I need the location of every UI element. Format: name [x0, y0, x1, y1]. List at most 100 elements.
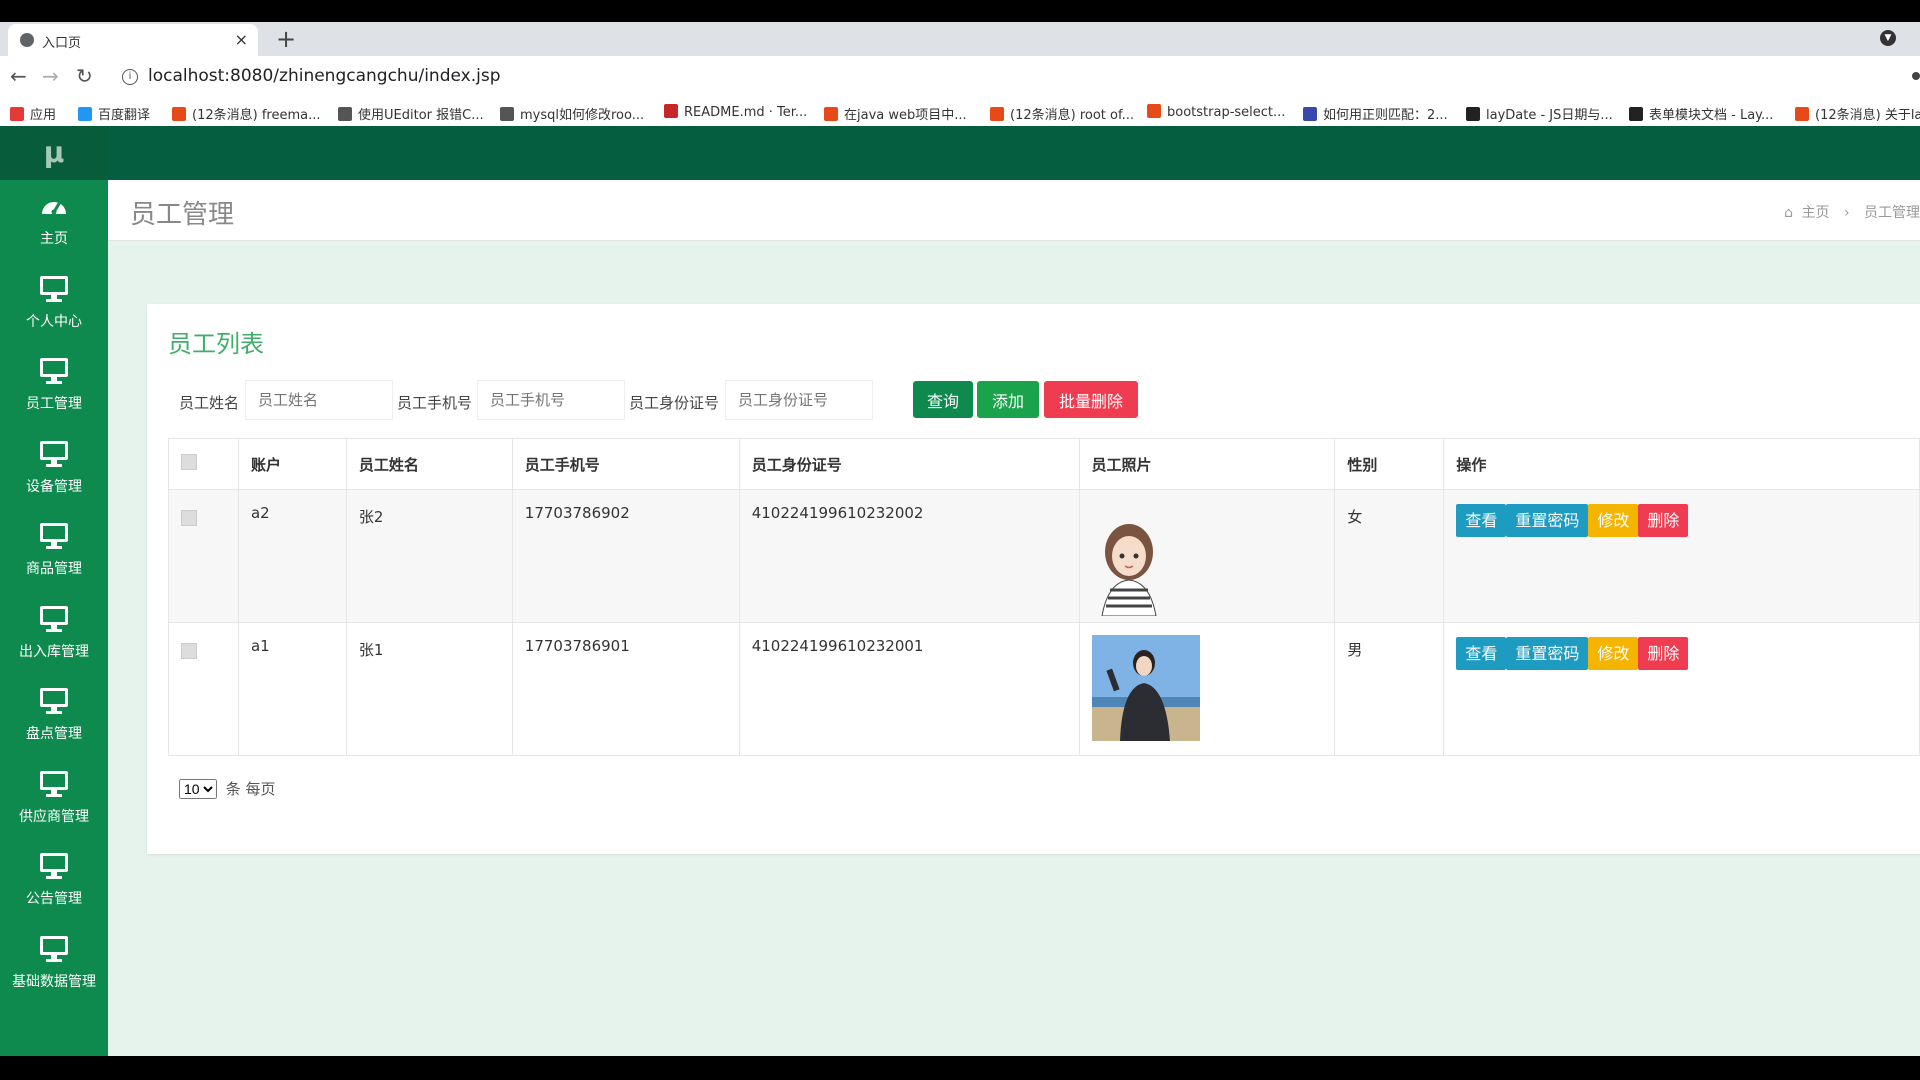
info-icon[interactable]: i: [122, 69, 138, 85]
ops-cell: 查看 重置密码 修改 删除: [1443, 489, 1920, 623]
bookmark-item[interactable]: 使用UEditor 报错C...: [338, 104, 484, 123]
name-cell: 张1: [345, 622, 513, 756]
new-tab-icon[interactable]: +: [276, 25, 296, 53]
bookmark-item[interactable]: 在java web项目中...: [824, 104, 967, 123]
name-search-input[interactable]: [245, 380, 393, 420]
bookmark-label: 表单模块文档 - Lay...: [1649, 108, 1774, 123]
sidebar-item-label: 商品管理: [26, 561, 82, 577]
header-ops: 操作: [1443, 438, 1920, 490]
bookmark-item[interactable]: 表单模块文档 - Lay...: [1629, 104, 1773, 123]
select-all-checkbox[interactable]: [181, 454, 197, 470]
back-icon[interactable]: ←: [10, 64, 27, 88]
app-area: μ 主页 个人中心 员工管理 设备管理 商品管理 出入库管理 盘点管理 供应商管理 公告管理 基础…: [0, 126, 1920, 1056]
sidebar-item[interactable]: 员工管理: [0, 345, 108, 428]
header-gender: 性别: [1334, 438, 1445, 490]
sidebar-item[interactable]: 商品管理: [0, 510, 108, 593]
row-checkbox[interactable]: [181, 510, 197, 526]
gender-cell: 男: [1334, 622, 1445, 756]
view-button[interactable]: 查看: [1456, 504, 1507, 537]
header-phone: 员工手机号: [511, 438, 740, 490]
browser-tab[interactable]: 入口页 ×: [8, 24, 258, 56]
header-name: 员工姓名: [345, 438, 513, 490]
bookmark-label: 在java web项目中...: [844, 108, 967, 123]
phone-cell: 17703786902: [511, 489, 740, 623]
bookmark-item[interactable]: (12条消息) freema...: [172, 104, 320, 123]
close-icon[interactable]: ×: [235, 30, 248, 49]
sidebar-item[interactable]: 公告管理: [0, 840, 108, 923]
bookmark-item[interactable]: layDate - JS日期与...: [1466, 104, 1613, 123]
phone-search-input[interactable]: [477, 380, 625, 420]
address-bar[interactable]: localhost:8080/zhinengcangchu/index.jsp: [148, 66, 500, 86]
idcard-search-input[interactable]: [725, 380, 873, 420]
sidebar-item[interactable]: 出入库管理: [0, 593, 108, 676]
forward-icon[interactable]: →: [42, 64, 59, 88]
header-account: 账户: [237, 438, 347, 490]
sidebar-item[interactable]: 供应商管理: [0, 758, 108, 841]
monitor-icon: [0, 923, 108, 967]
bookmark-favicon-icon: [1466, 107, 1480, 121]
sidebar-item-label: 出入库管理: [19, 643, 89, 660]
sidebar-item[interactable]: 个人中心: [0, 263, 108, 346]
bookmark-favicon-icon: [172, 107, 186, 121]
name-cell: 张2: [345, 489, 513, 623]
sidebar-item[interactable]: 设备管理: [0, 428, 108, 511]
bookmark-label: (12条消息) freema...: [192, 108, 321, 123]
sidebar-item[interactable]: 盘点管理: [0, 675, 108, 758]
bookmark-item[interactable]: bootstrap-select...: [1147, 104, 1285, 120]
header-idcard: 员工身份证号: [738, 438, 1080, 490]
batch-delete-button[interactable]: 批量删除: [1044, 381, 1138, 418]
row-checkbox[interactable]: [181, 643, 197, 659]
idcard-cell: 410224199610232001: [738, 622, 1080, 756]
logo: μ: [0, 126, 108, 180]
tab-title: 入口页: [42, 36, 82, 51]
bookmark-item[interactable]: 如何用正则匹配：2...: [1303, 104, 1448, 123]
home-icon: ⌂: [1784, 205, 1794, 221]
breadcrumb-home[interactable]: 主页: [1801, 205, 1829, 221]
edit-button[interactable]: 修改: [1588, 504, 1639, 537]
row-select-cell: [168, 489, 239, 623]
sidebar: μ 主页 个人中心 员工管理 设备管理商品管理出入库管理盘点管理 供应商管理 公告管理 基础…: [0, 126, 108, 1056]
dashboard-icon: [0, 180, 108, 224]
page-size-suffix: 条 每页: [225, 780, 276, 798]
bookmark-label: README.md · Ter...: [684, 105, 808, 120]
card-title: 员工列表: [168, 330, 264, 358]
bookmark-item[interactable]: 应用: [10, 104, 56, 123]
bookmark-label: 百度翻译: [98, 108, 151, 123]
phone-cell: 17703786901: [511, 622, 740, 756]
bookmark-item[interactable]: (12条消息) root of...: [990, 104, 1134, 123]
pager: 10 条 每页: [179, 778, 276, 799]
chevron-right-icon: ›: [1843, 205, 1850, 221]
bookmark-item[interactable]: (12条消息) 关于la: [1795, 104, 1920, 123]
edit-button[interactable]: 修改: [1588, 637, 1639, 670]
name-label: 员工姓名: [179, 394, 240, 412]
tab-search-icon[interactable]: ▼: [1880, 30, 1896, 46]
extension-icon[interactable]: [1912, 72, 1920, 80]
bookmark-item[interactable]: README.md · Ter...: [664, 104, 807, 120]
add-button[interactable]: 添加: [977, 381, 1039, 418]
reload-icon[interactable]: ↻: [76, 64, 93, 88]
reset-password-button[interactable]: 重置密码: [1506, 637, 1589, 670]
breadcrumb-current: 员工管理: [1864, 205, 1920, 221]
monitor-icon: [0, 840, 108, 884]
ops-cell: 查看 重置密码 修改 删除: [1443, 622, 1920, 756]
idcard-label: 员工身份证号: [629, 394, 720, 412]
bookmark-label: 使用UEditor 报错C...: [358, 108, 484, 123]
page-title: 员工管理: [130, 200, 235, 230]
monitor-icon: [0, 675, 108, 719]
delete-button[interactable]: 删除: [1638, 637, 1689, 670]
page-size-select[interactable]: 10: [179, 779, 217, 799]
sidebar-item[interactable]: 主页: [0, 180, 108, 263]
reset-password-button[interactable]: 重置密码: [1506, 504, 1589, 537]
view-button[interactable]: 查看: [1456, 637, 1507, 670]
sidebar-item[interactable]: 基础数据管理: [0, 923, 108, 1006]
gender-cell: 女: [1334, 489, 1445, 623]
monitor-icon: [0, 758, 108, 802]
bookmark-favicon-icon: [338, 107, 352, 121]
query-button[interactable]: 查询: [913, 381, 973, 418]
delete-button[interactable]: 删除: [1638, 504, 1689, 537]
employee-table: 账户 员工姓名 员工手机号 员工身份证号 员工照片 性别 操作 a2 张2 1770…: [168, 438, 1920, 756]
bookmark-favicon-icon: [1147, 104, 1161, 118]
row-select-cell: [168, 622, 239, 756]
bookmark-item[interactable]: 百度翻译: [78, 104, 150, 123]
bookmark-item[interactable]: mysql如何修改roo...: [500, 104, 644, 123]
